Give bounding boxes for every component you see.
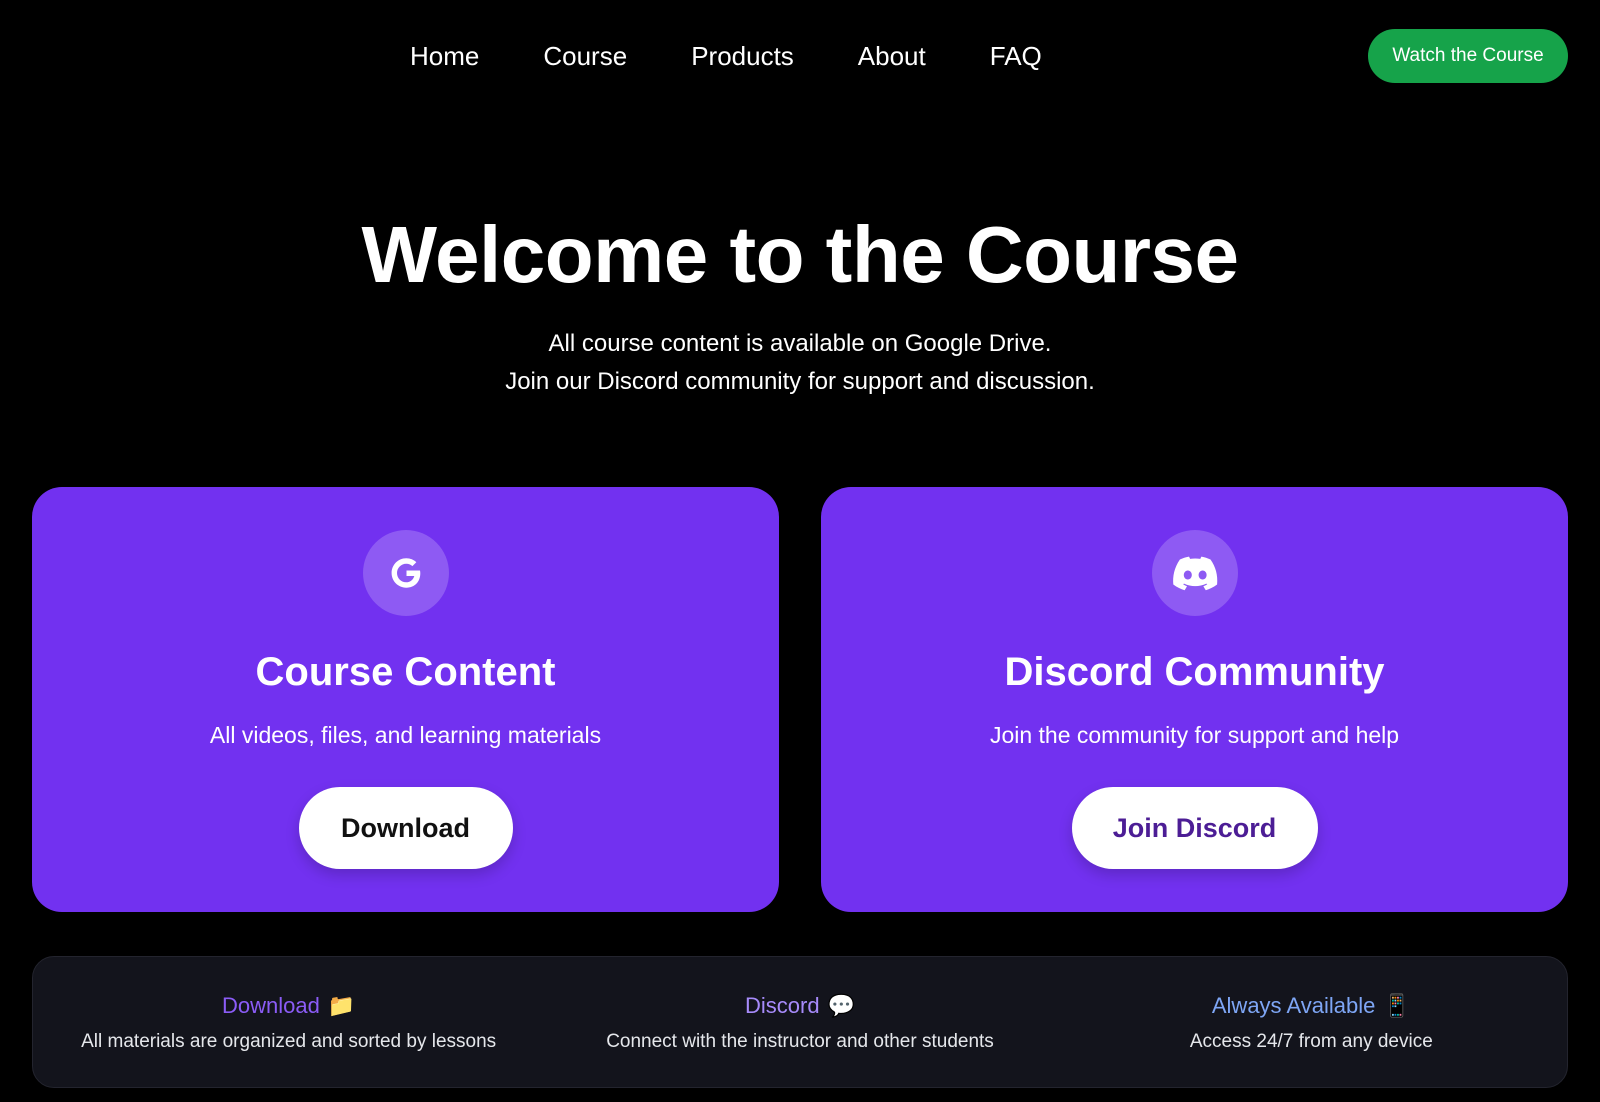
discord-icon [1151,530,1238,616]
discord-community-card: Discord Community Join the community for… [821,487,1568,912]
watch-course-button[interactable]: Watch the Course [1368,29,1568,83]
card-title-discord-community: Discord Community [1004,650,1385,694]
feature-description-download: All materials are organized and sorted b… [81,1031,497,1052]
cards-row: Course Content All videos, files, and le… [32,487,1568,912]
page-title: Welcome to the Course [361,210,1239,299]
feature-title-always-available: Always Available 📱 [1212,991,1411,1021]
nav-link-about[interactable]: About [858,36,926,76]
feature-title-discord: Discord 💬 [745,991,855,1021]
feature-always-available: Always Available 📱 Access 24/7 from any … [1056,957,1567,1087]
card-description-course-content: All videos, files, and learning material… [209,722,602,748]
folder-icon: 📁 [327,993,356,1018]
hero-subtitle-line1: All course content is available on Googl… [548,330,1052,357]
card-description-discord-community: Join the community for support and help [989,722,1400,748]
nav-link-home[interactable]: Home [410,36,479,76]
feature-description-discord: Connect with the instructor and other st… [606,1031,994,1052]
feature-title-download: Download 📁 [222,991,355,1021]
speech-bubble-icon: 💬 [827,993,855,1018]
course-content-card: Course Content All videos, files, and le… [32,487,779,912]
hero-subtitle-line2: Join our Discord community for support a… [505,368,1095,395]
mobile-phone-icon: 📱 [1383,993,1411,1018]
nav-links: Home Course Products About FAQ [410,36,1042,76]
feature-discord: Discord 💬 Connect with the instructor an… [544,957,1055,1087]
top-nav: Home Course Products About FAQ Watch the… [0,0,1600,112]
features-bar: Download 📁 All materials are organized a… [32,956,1568,1088]
nav-link-products[interactable]: Products [691,36,794,76]
hero-section: Welcome to the Course All course content… [0,205,1600,401]
card-title-course-content: Course Content [255,650,556,694]
download-button[interactable]: Download [298,787,513,869]
feature-title-text: Download [222,993,320,1018]
feature-download: Download 📁 All materials are organized a… [33,957,544,1087]
nav-link-course[interactable]: Course [543,36,627,76]
hero-subtitle: All course content is available on Googl… [0,325,1600,401]
nav-link-faq[interactable]: FAQ [990,36,1042,76]
feature-description-always-available: Access 24/7 from any device [1189,1031,1433,1052]
google-icon [362,530,449,616]
feature-title-text: Discord [745,993,820,1018]
join-discord-button[interactable]: Join Discord [1071,787,1318,869]
feature-title-text: Always Available [1211,993,1376,1018]
